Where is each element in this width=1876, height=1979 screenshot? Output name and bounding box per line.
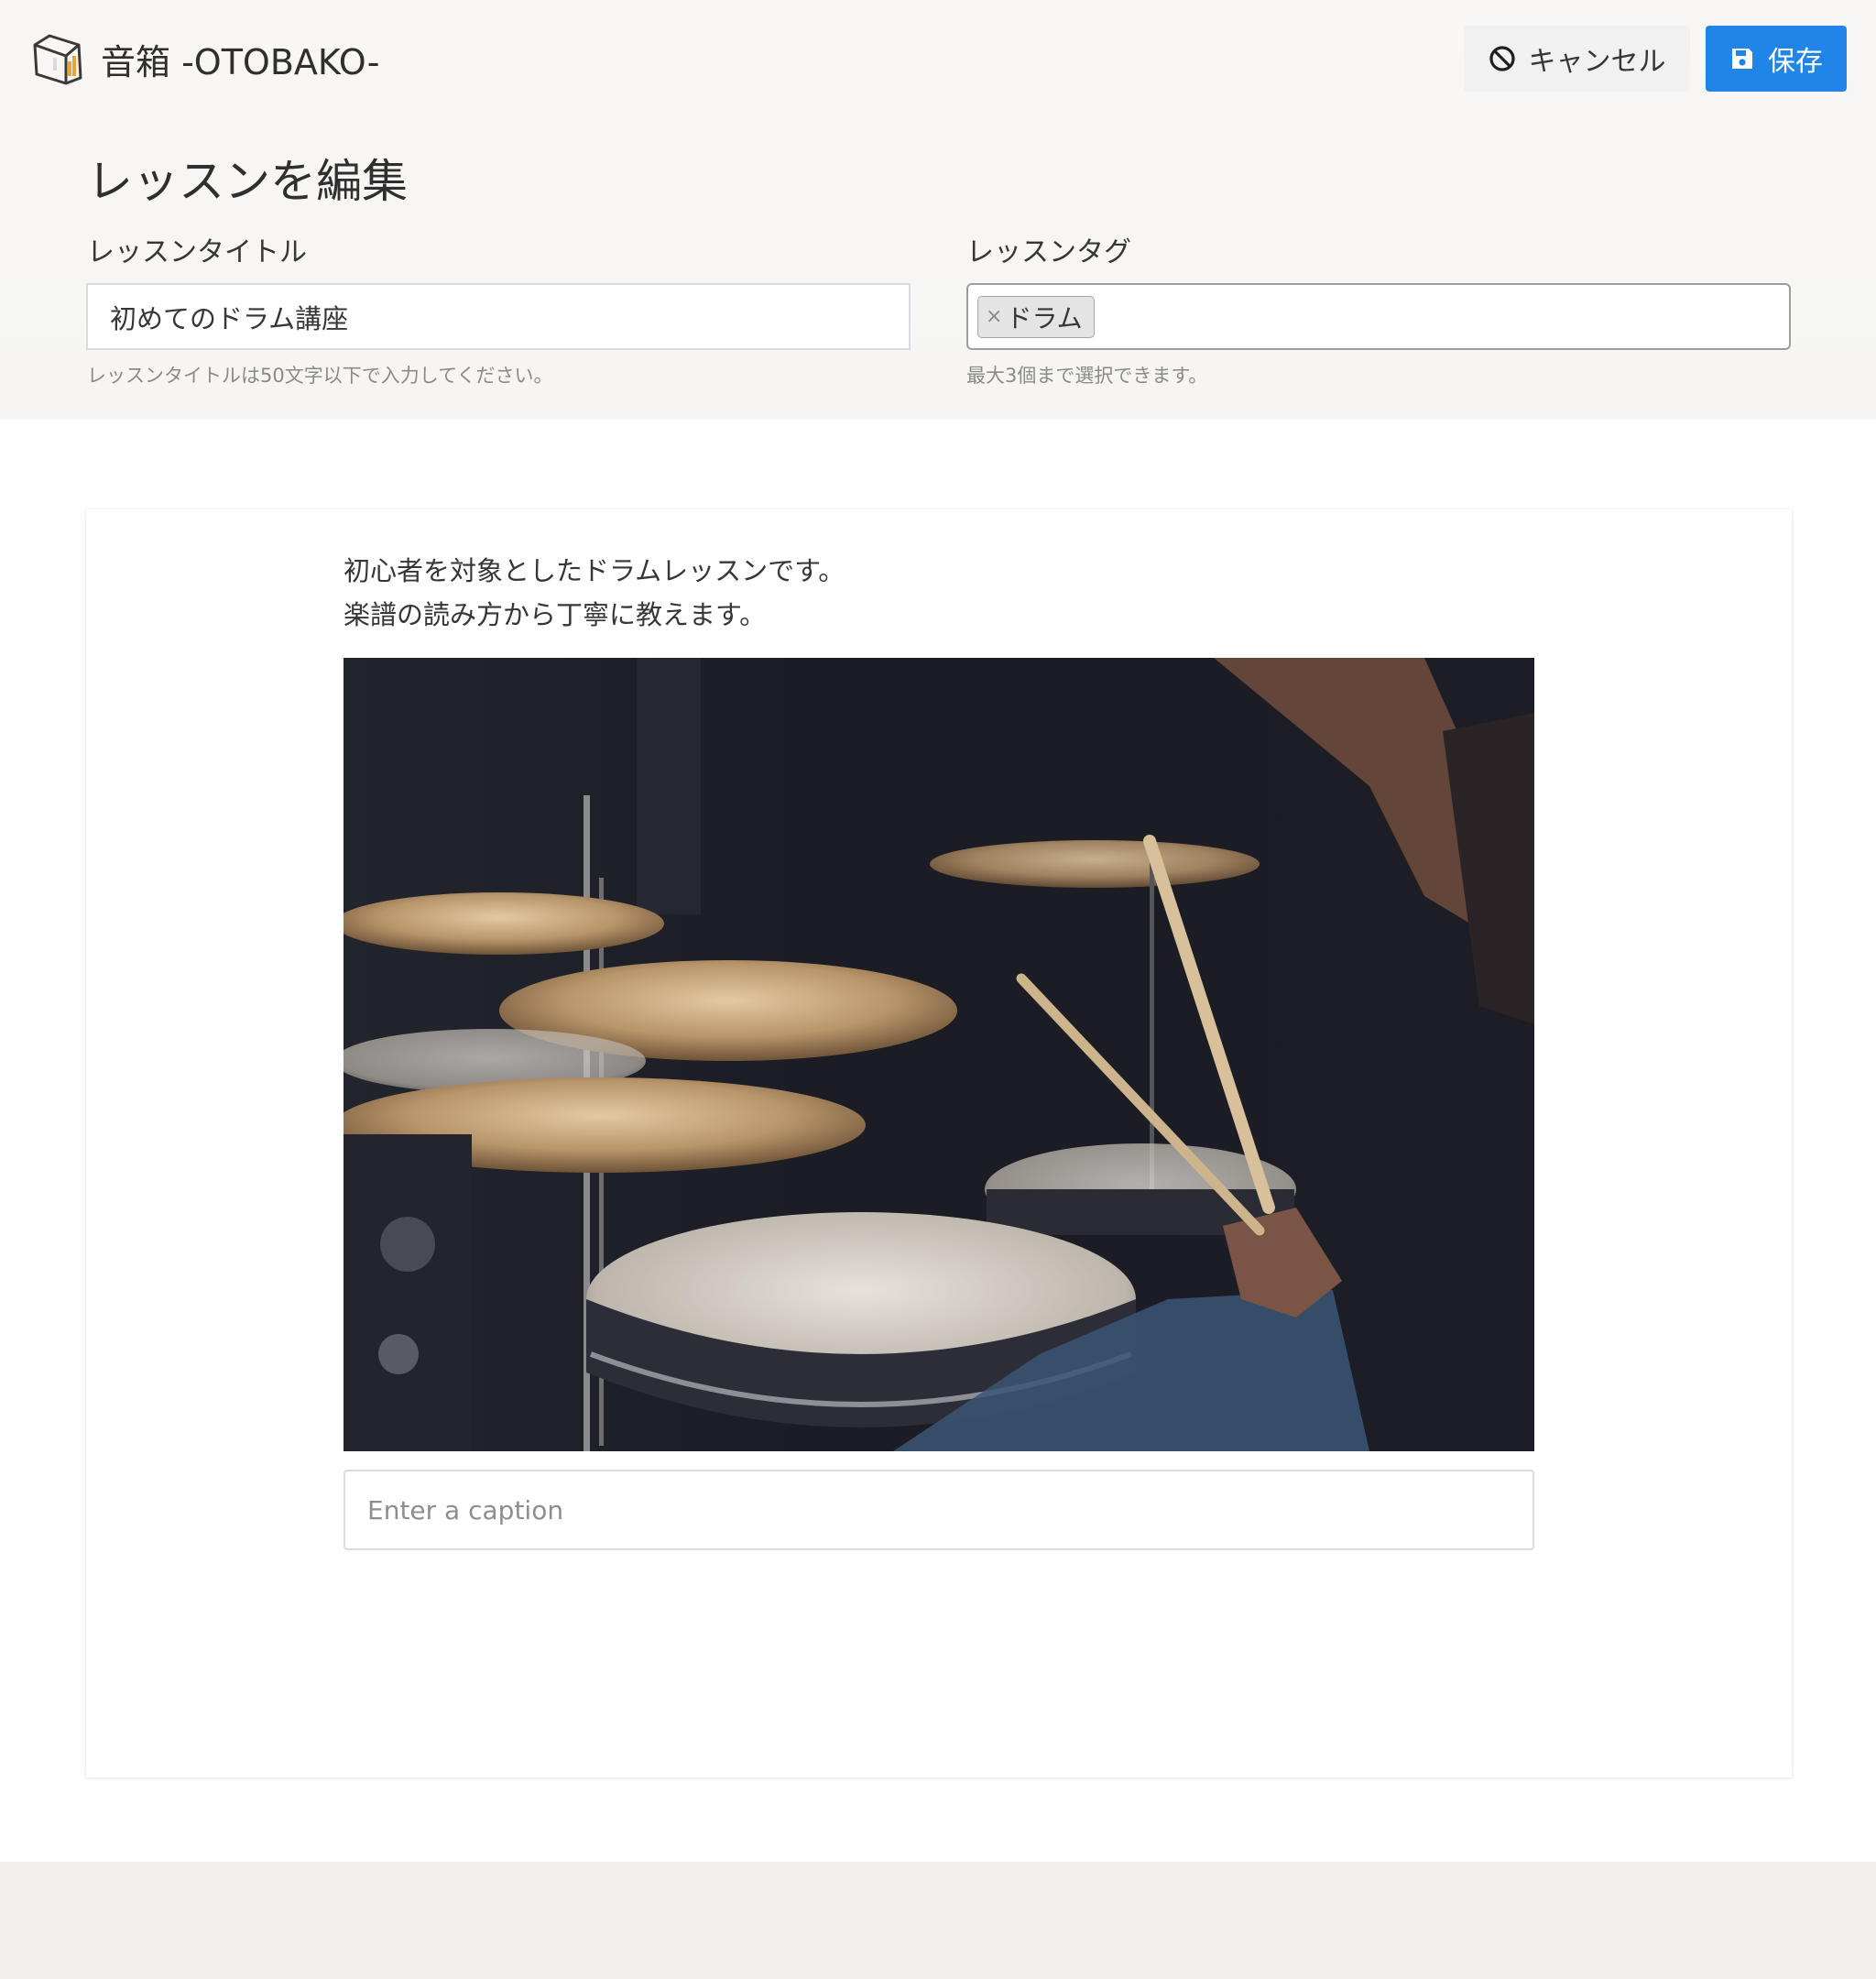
floppy-disk-icon <box>1732 49 1752 69</box>
save-button-label: 保存 <box>1768 46 1823 78</box>
drum-kit-illustration <box>344 658 1534 1451</box>
brand[interactable]: 音箱 -OTOBAKO- <box>31 31 379 86</box>
footer-background <box>0 1862 1876 1979</box>
ban-circle-icon <box>1489 46 1515 71</box>
save-button[interactable]: 保存 <box>1706 26 1847 92</box>
tag-chip: × ドラム <box>977 295 1095 338</box>
tag-remove-icon[interactable]: × <box>986 305 1002 328</box>
drum-kit-image[interactable] <box>344 658 1534 1451</box>
caption-input[interactable] <box>344 1470 1534 1550</box>
description-paragraph[interactable]: 楽譜の読み方から丁寧に教えます。 <box>344 594 766 632</box>
otobako-box-logo-icon <box>33 34 82 85</box>
lesson-tags-input[interactable]: × ドラム <box>966 283 1791 350</box>
lesson-tags-help: 最大3個まで選択できます。 <box>966 365 1208 387</box>
tag-label: ドラム <box>1006 302 1083 333</box>
lesson-title-label: レッスンタイトル <box>87 236 307 268</box>
page-title: レッスンを編集 <box>87 155 408 208</box>
lesson-title-input[interactable] <box>86 283 911 350</box>
app-name: 音箱 -OTOBAKO- <box>101 41 380 82</box>
lesson-tags-label: レッスンタグ <box>966 236 1131 268</box>
lesson-title-help: レッスンタイトルは50文字以下で入力してください。 <box>87 365 553 387</box>
description-paragraph[interactable]: 初心者を対象としたドラムレッスンです。 <box>344 550 845 588</box>
cancel-button[interactable]: キャンセル <box>1464 26 1690 92</box>
cancel-button-label: キャンセル <box>1528 46 1666 78</box>
